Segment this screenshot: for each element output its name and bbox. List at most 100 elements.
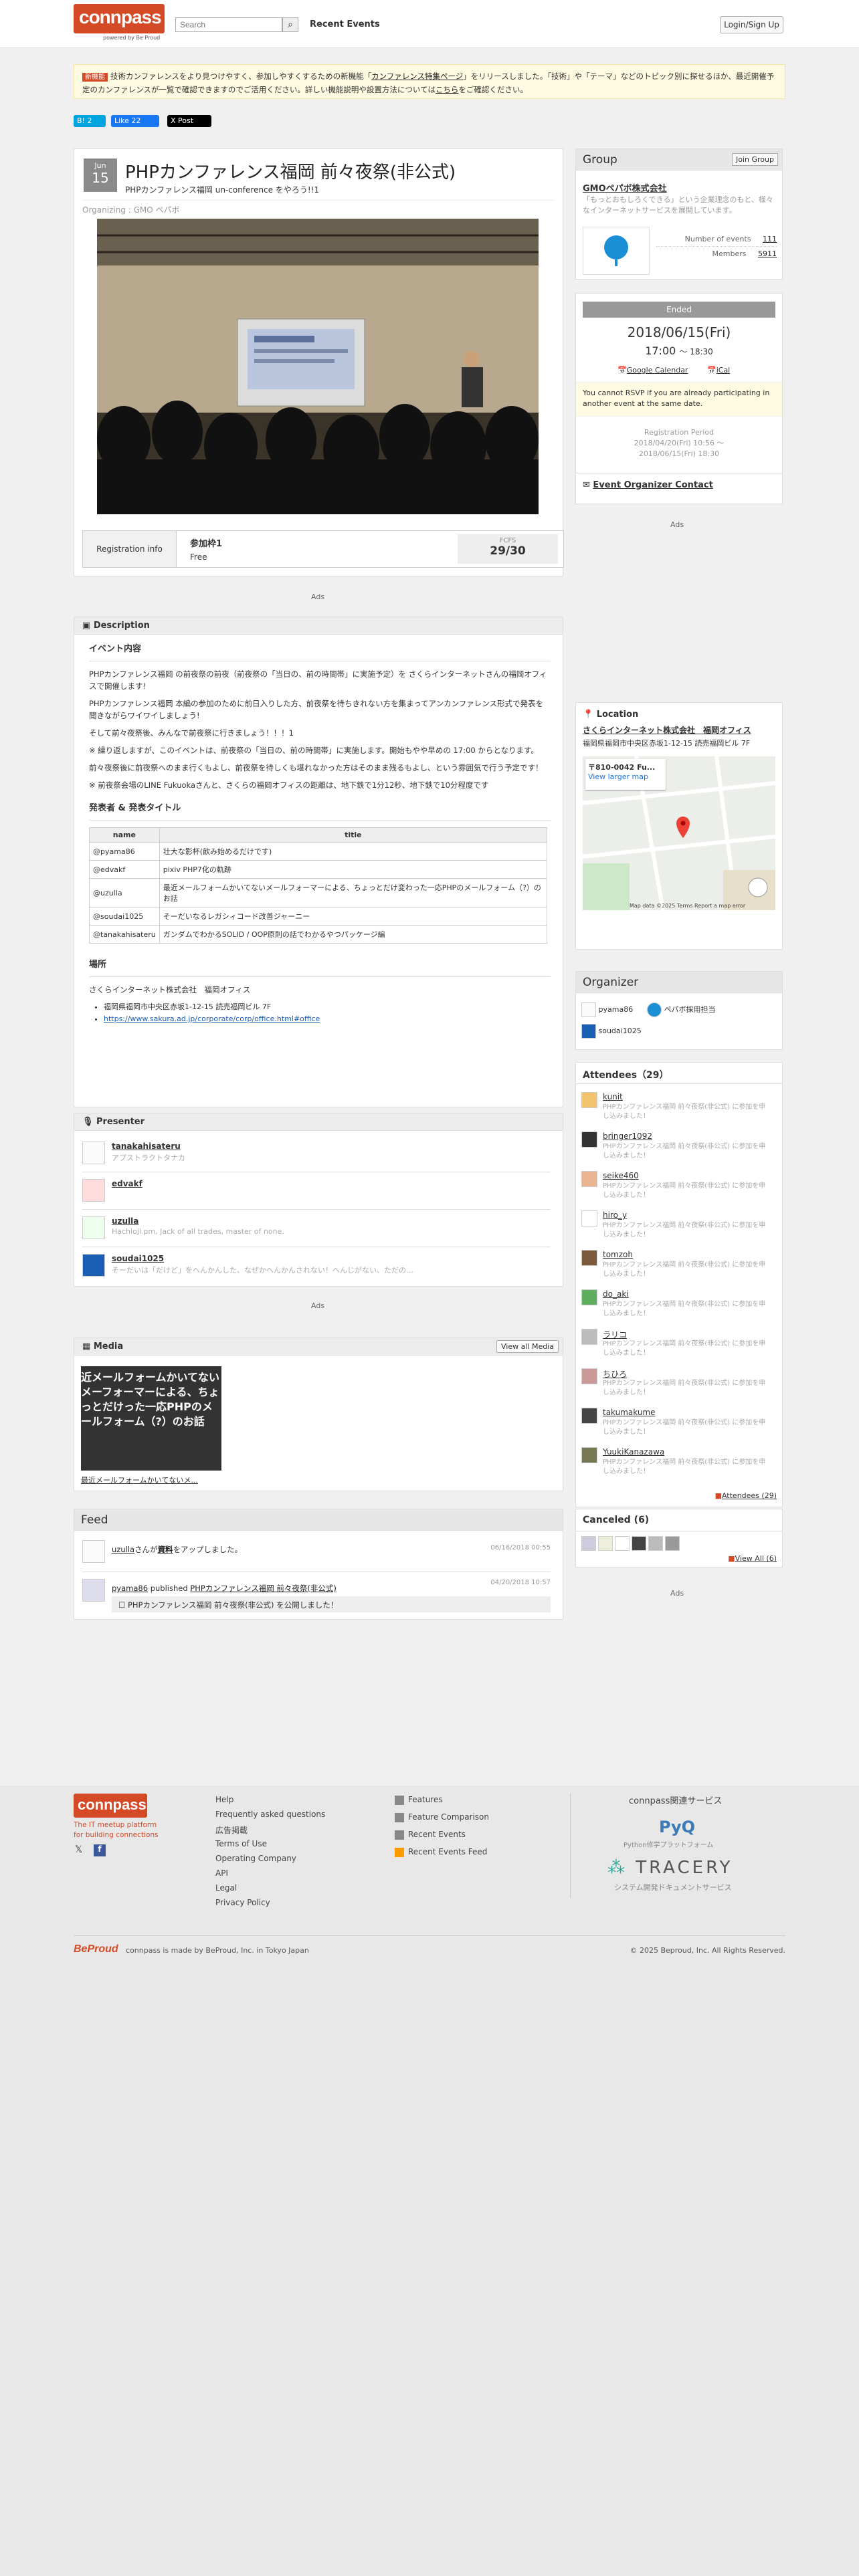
organizer-item[interactable]: ペパボ採用担当 [647,1002,716,1017]
avatar[interactable] [598,1536,613,1551]
avatar[interactable] [581,1536,596,1551]
x-post-button[interactable]: X Post [167,115,211,127]
footer-link[interactable]: Features [395,1795,443,1805]
google-calendar-label[interactable]: Google Calendar [627,366,688,374]
view-larger-map-link[interactable]: View larger map [588,772,663,781]
feed-user-link[interactable]: pyama86 [112,1584,148,1593]
avatar[interactable] [615,1536,630,1551]
group-name-link[interactable]: GMOペパボ株式会社 [583,181,667,194]
attendee-item[interactable]: kunit PHPカンファレンス福岡 前々夜祭(非公式) に参加を申し込みました！ [581,1092,775,1131]
footer-link[interactable]: Privacy Policy [215,1898,270,1907]
location-name[interactable]: さくらインターネット株式会社 福岡オフィス [583,724,751,736]
presenter-name[interactable]: soudai1025 [112,1254,164,1263]
footer-link[interactable]: Terms of Use [215,1839,267,1848]
view-all-media-button[interactable]: View all Media [496,1340,559,1353]
join-group-button[interactable]: Join Group [732,153,778,166]
connpass-logo[interactable]: connpass [74,4,165,33]
attendee-item[interactable]: do_aki PHPカンファレンス福岡 前々夜祭(非公式) に参加を申し込みました… [581,1289,775,1328]
facebook-like-button[interactable]: Like 22 [111,115,159,127]
footer-link-label[interactable]: Feature Comparison [408,1812,489,1822]
presenter-item[interactable]: soudai1025 そーだいは「だけど」をへんかんした、なぜかへんかんされない… [82,1251,551,1285]
attendee-item[interactable]: ラリコ PHPカンファレンス福岡 前々夜祭(非公式) に参加を申し込みました！ [581,1329,775,1368]
presenter-desc: アプストラクトタナカ [112,1154,185,1162]
attendees-more-link[interactable]: Attendees (29) [722,1491,777,1500]
login-button[interactable]: Login/Sign Up [720,16,783,33]
attendee-item[interactable]: ちひろ PHPカンファレンス福岡 前々夜祭(非公式) に参加を申し込みました！ [581,1368,775,1407]
tracery-logo[interactable]: ⁂ TRACERY [607,1858,733,1878]
attendee-item[interactable]: tomzoh PHPカンファレンス福岡 前々夜祭(非公式) に参加を申し込みました… [581,1250,775,1289]
members-count[interactable]: 5911 [758,249,777,258]
attendee-name[interactable]: YuukiKanazawa [603,1447,664,1457]
presenter-item[interactable]: uzulla Hachioji.pm, Jack of all trades, … [82,1214,551,1247]
place-url-link[interactable]: https://www.sakura.ad.jp/corporate/corp/… [104,1014,320,1023]
presenter-name[interactable]: tanakahisateru [112,1142,181,1151]
footer-link[interactable]: 広告掲載 [215,1824,248,1836]
feed-user-link[interactable]: uzulla [112,1545,134,1554]
attendee-name[interactable]: ちひろ [603,1368,627,1380]
attendee-name[interactable]: ラリコ [603,1329,627,1340]
footer-tagline: The IT meetup platform for building conn… [74,1821,159,1839]
canceled-more[interactable]: ■View All (6) [728,1554,777,1563]
ical-link[interactable]: 📅iCal [707,366,730,374]
feed-doc-link[interactable]: 資料 [158,1545,173,1554]
recent-events-link[interactable]: Recent Events [310,19,380,29]
media-caption[interactable]: 最近メールフォームかいてないメ... [81,1475,198,1485]
attendee-item[interactable]: takumakume PHPカンファレンス福岡 前々夜祭(非公式) に参加を申し込… [581,1408,775,1446]
attendee-item[interactable]: seike460 PHPカンファレンス福岡 前々夜祭(非公式) に参加を申し込みま… [581,1171,775,1210]
google-calendar-link[interactable]: 📅Google Calendar [617,366,688,374]
avatar[interactable] [632,1536,646,1551]
footer-link-label[interactable]: Features [408,1795,443,1804]
map[interactable]: 〒810-0042 Fu... View larger map Map data… [583,756,775,910]
search-input[interactable] [175,17,282,32]
presenter-name[interactable]: edvakf [112,1179,142,1188]
notice-link-2[interactable]: こちら [436,85,459,94]
organizer-contact[interactable]: ✉ Event Organizer Contact [576,473,782,497]
footer-link[interactable]: API [215,1868,228,1878]
organizer-item[interactable]: soudai1025 [581,1024,642,1039]
footer-link[interactable]: Feature Comparison [395,1812,489,1822]
footer-link[interactable]: Recent Events Feed [395,1847,487,1857]
notice-link[interactable]: カンファレンス特集ページ [371,72,463,81]
x-icon[interactable]: 𝕏 [75,1844,82,1855]
footer-link[interactable]: Recent Events [395,1830,466,1840]
media-thumbnail[interactable]: 近メールフォームかいてないメーフォーマーによる、ちょっとだけった一応PHPのメー… [81,1366,221,1471]
footer-logo[interactable]: connpass [74,1794,147,1818]
presenter-item[interactable]: tanakahisateru アプストラクトタナカ [82,1139,551,1172]
attendee-name[interactable]: hiro_y [603,1210,627,1220]
facebook-icon[interactable]: f [94,1844,106,1856]
canceled-more-link[interactable]: View All (6) [735,1554,777,1563]
organizer-item[interactable]: pyama86 [581,1002,633,1017]
attendee-name[interactable]: takumakume [603,1408,656,1417]
avatar[interactable] [648,1536,663,1551]
attendee-name[interactable]: tomzoh [603,1250,633,1259]
attendee-name[interactable]: kunit [603,1092,623,1101]
footer-link[interactable]: Legal [215,1883,237,1893]
footer-link[interactable]: Help [215,1795,233,1804]
beproud-logo[interactable]: BeProud [74,1943,118,1955]
footer-link[interactable]: Operating Company [215,1854,296,1863]
feed-event-link[interactable]: PHPカンファレンス福岡 前々夜祭(非公式) [190,1584,337,1593]
footer-link-label[interactable]: Recent Events [408,1830,466,1839]
attendee-item[interactable]: YuukiKanazawa PHPカンファレンス福岡 前々夜祭(非公式) に参加を… [581,1447,775,1486]
attendee-item[interactable]: bringer1092 PHPカンファレンス福岡 前々夜祭(非公式) に参加を申し… [581,1132,775,1170]
footer-link-label[interactable]: Recent Events Feed [408,1847,487,1856]
presenter-name[interactable]: uzulla [112,1216,138,1226]
attendee-name[interactable]: bringer1092 [603,1132,652,1141]
attendee-name[interactable]: do_aki [603,1289,629,1299]
pyq-logo[interactable]: PyQ [659,1818,695,1836]
events-count[interactable]: 111 [763,235,777,243]
ical-label[interactable]: iCal [717,366,731,374]
group-logo[interactable] [583,227,650,275]
attendee-item[interactable]: hiro_y PHPカンファレンス福岡 前々夜祭(非公式) に参加を申し込みました… [581,1210,775,1249]
search-icon[interactable]: ⌕ [282,17,298,32]
organizer-name[interactable]: soudai1025 [599,1027,642,1035]
presenter-item[interactable]: edvakf [82,1176,551,1210]
organizer-name[interactable]: pyama86 [599,1005,634,1014]
footer-link[interactable]: Frequently asked questions [215,1810,325,1819]
organizer-contact-link[interactable]: Event Organizer Contact [593,480,712,490]
avatar[interactable] [665,1536,680,1551]
attendee-name[interactable]: seike460 [603,1171,639,1180]
hatena-bookmark-button[interactable]: B! 2 [74,115,106,127]
organizer-name[interactable]: ペパボ採用担当 [664,1005,716,1014]
attendees-more[interactable]: ■Attendees (29) [715,1491,777,1500]
